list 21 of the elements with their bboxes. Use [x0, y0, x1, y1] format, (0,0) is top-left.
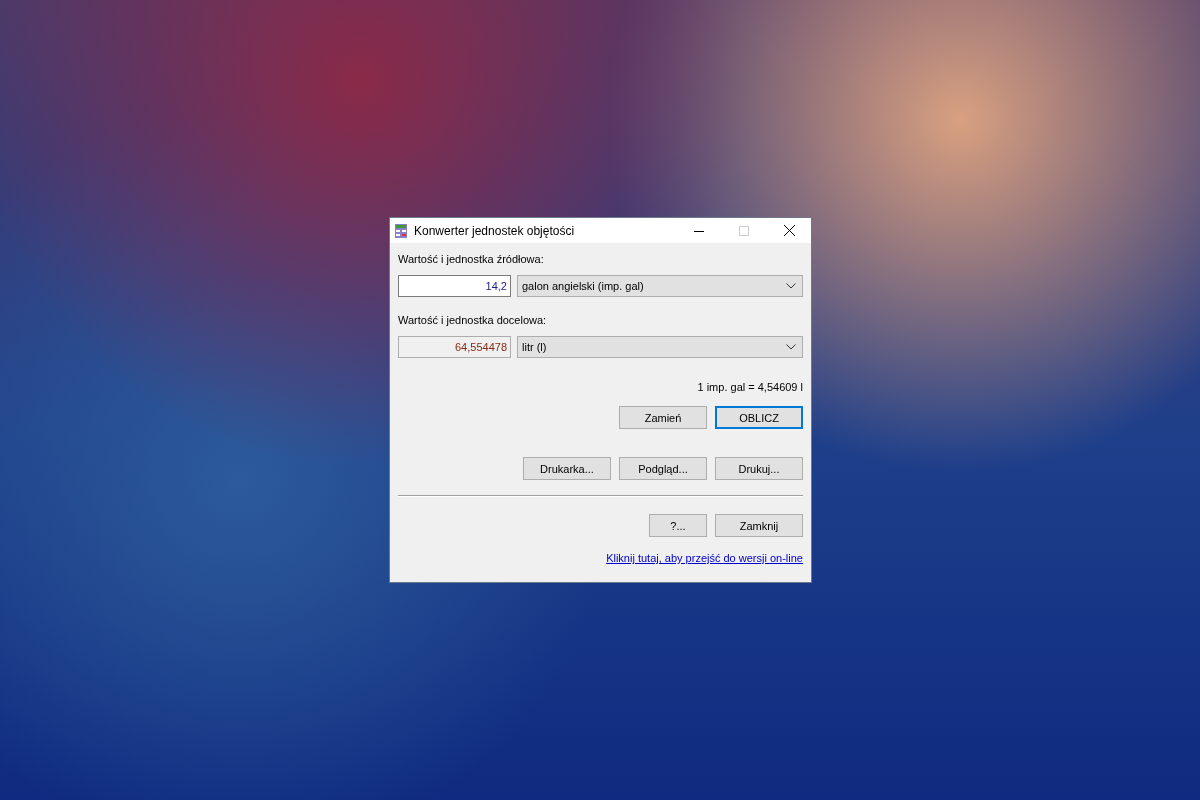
maximize-icon [739, 225, 749, 236]
conversion-ratio: 1 imp. gal = 4,54609 l [697, 381, 803, 393]
print-button[interactable]: Drukarka... [523, 457, 611, 480]
target-value-field[interactable]: 64,554478 [398, 336, 511, 358]
print-button[interactable]: Drukuj... [715, 457, 803, 480]
window-title: Konwerter jednostek objętości [414, 223, 575, 238]
online-version-link[interactable]: Kliknij tutaj, aby przejść do wersji on-line [606, 552, 803, 564]
chevron-icon [786, 283, 796, 289]
action-button[interactable]: OBLICZ [715, 406, 803, 429]
source-unit-dropdown[interactable]: galon angielski (imp. gal) [517, 275, 803, 297]
action-button[interactable]: Zamień [619, 406, 707, 429]
target-unit-dropdown[interactable]: litr (l) [517, 336, 803, 358]
calculator-icon [395, 223, 407, 238]
chevron-icon [786, 344, 796, 350]
close-icon[interactable] [784, 225, 795, 236]
print-button[interactable]: Podgląd... [619, 457, 707, 480]
dialog-button[interactable]: Zamknij [715, 514, 803, 537]
dialog-button[interactable]: ?... [649, 514, 707, 537]
source-label: Wartość i jednostka źródłowa: [398, 253, 545, 267]
target-label: Wartość i jednostka docelowa: [398, 314, 548, 328]
source-value-field[interactable]: 14,2 [398, 275, 511, 297]
